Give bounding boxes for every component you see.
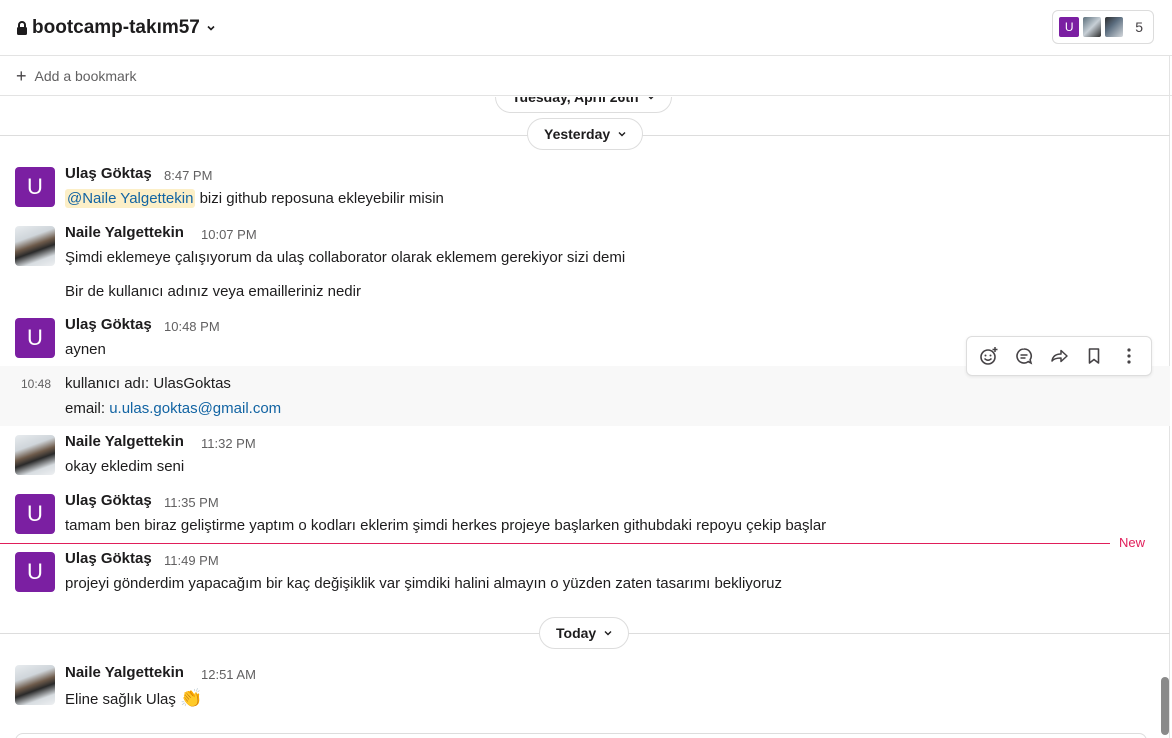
share-icon	[1051, 349, 1068, 363]
message-body: Bir de kullanıcı adınız veya emaillerini…	[65, 283, 361, 300]
date-label: Today	[556, 625, 597, 641]
message-text: @Naile Yalgettekin bizi github reposuna …	[65, 189, 444, 208]
message-body: email: u.ulas.goktas@gmail.com	[65, 400, 281, 417]
chevron-down-icon	[604, 631, 612, 636]
message-author[interactable]: Naile Yalgettekin	[65, 224, 184, 241]
message-composer[interactable]	[15, 733, 1147, 738]
date-label: Tuesday, April 26th	[512, 97, 639, 105]
message-body: tamam ben biraz geliştirme yaptım o kodl…	[65, 517, 827, 534]
message-body: Şimdi eklemeye çalışıyorum da ulaş colla…	[65, 249, 626, 266]
lock-icon	[17, 20, 27, 35]
member-list-button[interactable]: U 5	[1052, 10, 1154, 44]
message-body: okay ekledim seni	[65, 458, 185, 475]
share-message-button[interactable]	[1044, 341, 1074, 371]
member-avatar	[1103, 15, 1126, 39]
avatar[interactable]: U	[15, 318, 55, 358]
avatar[interactable]: U	[15, 552, 55, 592]
date-divider-pill[interactable]: Yesterday	[527, 118, 644, 150]
message-timestamp[interactable]: 10:07 PM	[201, 227, 257, 242]
user-mention[interactable]: @Naile Yalgettekin	[65, 189, 196, 208]
message-author[interactable]: Naile Yalgettekin	[65, 433, 184, 450]
chevron-down-icon	[648, 97, 654, 100]
save-for-later-button[interactable]	[1079, 341, 1109, 371]
message-body: aynen	[65, 341, 106, 358]
date-label: Yesterday	[544, 126, 611, 142]
message-author[interactable]: Ulaş Göktaş	[65, 165, 152, 182]
clapping-hands-emoji[interactable]: 👏	[180, 688, 202, 708]
email-link[interactable]: u.ulas.goktas@gmail.com	[109, 400, 281, 417]
message-timestamp[interactable]: 10:48 PM	[164, 319, 220, 334]
date-divider-pill[interactable]: Tuesday, April 26th	[495, 97, 672, 113]
message-actions-toolbar	[966, 336, 1152, 376]
avatar[interactable]: U	[15, 167, 55, 207]
add-reaction-button[interactable]	[974, 341, 1004, 371]
message-author[interactable]: Ulaş Göktaş	[65, 316, 152, 333]
reply-in-thread-button[interactable]	[1009, 341, 1039, 371]
message-author[interactable]: Ulaş Göktaş	[65, 550, 152, 567]
message-timestamp[interactable]: 8:47 PM	[164, 168, 212, 183]
message-body: Eline sağlık Ulaş	[65, 691, 176, 708]
member-count: 5	[1135, 19, 1143, 35]
message-text: Eline sağlık Ulaş 👏	[65, 688, 202, 709]
message-author[interactable]: Naile Yalgettekin	[65, 664, 184, 681]
message-timestamp[interactable]: 11:49 PM	[164, 553, 219, 568]
more-actions-button[interactable]	[1114, 341, 1144, 371]
message-timestamp[interactable]: 11:32 PM	[201, 436, 256, 451]
more-actions-icon	[1127, 348, 1131, 364]
message-body: bizi github reposuna ekleyebilir misin	[199, 190, 444, 207]
new-messages-divider	[0, 543, 1110, 544]
avatar[interactable]	[15, 665, 55, 705]
channel-header: bootcamp-takım57 U 5	[0, 0, 1172, 56]
message-feed: Tuesday, April 26th Yesterday U Ulaş Gök…	[0, 97, 1170, 738]
bookmark-icon	[1088, 348, 1100, 364]
add-bookmark-button[interactable]: Add a bookmark	[35, 68, 137, 84]
message-timestamp[interactable]: 11:35 PM	[164, 495, 219, 510]
channel-title: bootcamp-takım57	[32, 16, 200, 38]
member-avatar: U	[1057, 15, 1082, 39]
message-timestamp[interactable]: 12:51 AM	[201, 667, 256, 682]
plus-icon: +	[16, 65, 27, 86]
avatar[interactable]: U	[15, 494, 55, 534]
member-avatar	[1081, 15, 1104, 39]
avatar[interactable]	[15, 226, 55, 266]
message-body: kullanıcı adı: UlasGoktas	[65, 375, 231, 392]
message-timestamp[interactable]: 10:48	[21, 377, 51, 391]
reply-in-thread-icon	[1016, 348, 1033, 365]
message-author[interactable]: Ulaş Göktaş	[65, 492, 152, 509]
chevron-down-icon	[618, 132, 626, 137]
new-messages-label: New	[1119, 535, 1146, 550]
avatar[interactable]	[15, 435, 55, 475]
channel-name-button[interactable]: bootcamp-takım57	[16, 17, 216, 39]
scrollbar-thumb[interactable]	[1161, 677, 1169, 735]
bookmark-bar: + Add a bookmark	[0, 56, 1172, 96]
add-reaction-icon	[979, 347, 998, 365]
email-label: email:	[65, 400, 106, 417]
date-divider-pill[interactable]: Today	[539, 617, 630, 649]
message-body: projeyi gönderdim yapacağım bir kaç deği…	[65, 575, 782, 592]
chevron-down-icon	[207, 25, 215, 31]
